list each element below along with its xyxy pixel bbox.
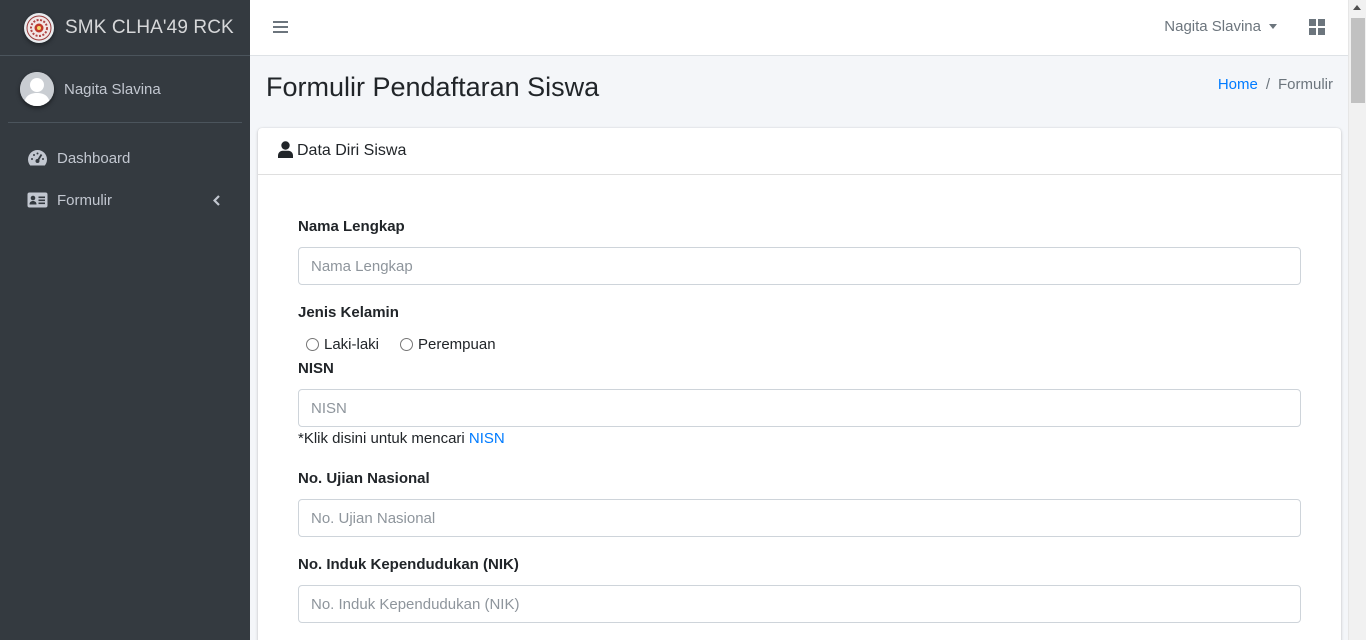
nisn-label: NISN: [298, 360, 334, 377]
user-panel[interactable]: Nagita Slavina: [8, 56, 242, 123]
breadcrumb-separator: /: [1265, 76, 1270, 93]
card-title: Data Diri Siswa: [297, 142, 407, 159]
sidebar-nav: Dashboard Formulir: [0, 123, 250, 221]
id-card-icon: [26, 191, 48, 209]
breadcrumb-home-link[interactable]: Home: [1218, 76, 1258, 93]
sidebar-item-label: Formulir: [57, 191, 112, 209]
page-scrollbar[interactable]: [1348, 0, 1366, 640]
ujian-nasional-label: No. Ujian Nasional: [298, 470, 430, 487]
content-header: Formulir Pendaftaran Siswa Home / Formul…: [250, 56, 1348, 128]
nik-input[interactable]: [298, 585, 1301, 623]
sidebar-item-dashboard[interactable]: Dashboard: [8, 137, 242, 179]
caret-down-icon: [1269, 24, 1277, 29]
avatar: [20, 72, 54, 106]
brand-link[interactable]: SMK CLHA'49 RCK: [0, 0, 250, 56]
jenis-kelamin-label: Jenis Kelamin: [298, 304, 399, 321]
radio-circle[interactable]: [306, 338, 319, 351]
radio-perempuan[interactable]: Perempuan: [400, 336, 496, 353]
nama-lengkap-label: Nama Lengkap: [298, 218, 405, 235]
sidebar-user-name[interactable]: Nagita Slavina: [64, 81, 161, 98]
header-user-name: Nagita Slavina: [1164, 18, 1261, 35]
card-header: Data Diri Siswa: [258, 128, 1341, 175]
breadcrumb: Home / Formulir: [1218, 76, 1333, 93]
nisn-help-text: *Klik disini untuk mencari NISN: [298, 430, 505, 447]
sidebar-item-label: Dashboard: [57, 149, 131, 167]
ujian-nasional-input[interactable]: [298, 499, 1301, 537]
user-dropdown[interactable]: Nagita Slavina: [1164, 18, 1277, 35]
school-logo-icon: [24, 12, 54, 43]
top-navbar: Nagita Slavina: [250, 0, 1348, 56]
radio-label: Perempuan: [418, 336, 496, 353]
user-icon: [278, 140, 293, 162]
student-data-card: Data Diri Siswa Nama Lengkap Jenis Kelam…: [258, 128, 1341, 640]
radio-label: Laki-laki: [324, 336, 380, 353]
nisn-input[interactable]: [298, 389, 1301, 427]
page-title: Formulir Pendaftaran Siswa: [266, 72, 600, 102]
sidebar-item-formulir[interactable]: Formulir: [8, 179, 242, 221]
menu-toggle-icon[interactable]: [273, 19, 289, 35]
breadcrumb-current: Formulir: [1278, 76, 1333, 93]
nik-label: No. Induk Kependudukan (NIK): [298, 556, 519, 573]
radio-laki-laki[interactable]: Laki-laki: [306, 336, 379, 353]
grid-icon[interactable]: [1309, 19, 1325, 35]
nisn-search-link[interactable]: NISN: [469, 430, 505, 447]
chevron-left-icon: [212, 193, 220, 210]
tachometer-icon: [26, 149, 48, 167]
nama-lengkap-input[interactable]: [298, 247, 1301, 285]
brand-name: SMK CLHA'49 RCK: [65, 16, 234, 38]
sidebar: SMK CLHA'49 RCK Nagita Slavina Dashboard…: [0, 0, 250, 640]
radio-circle[interactable]: [400, 338, 413, 351]
scroll-thumb[interactable]: [1351, 18, 1365, 103]
scroll-up-arrow-icon[interactable]: [1353, 5, 1361, 10]
